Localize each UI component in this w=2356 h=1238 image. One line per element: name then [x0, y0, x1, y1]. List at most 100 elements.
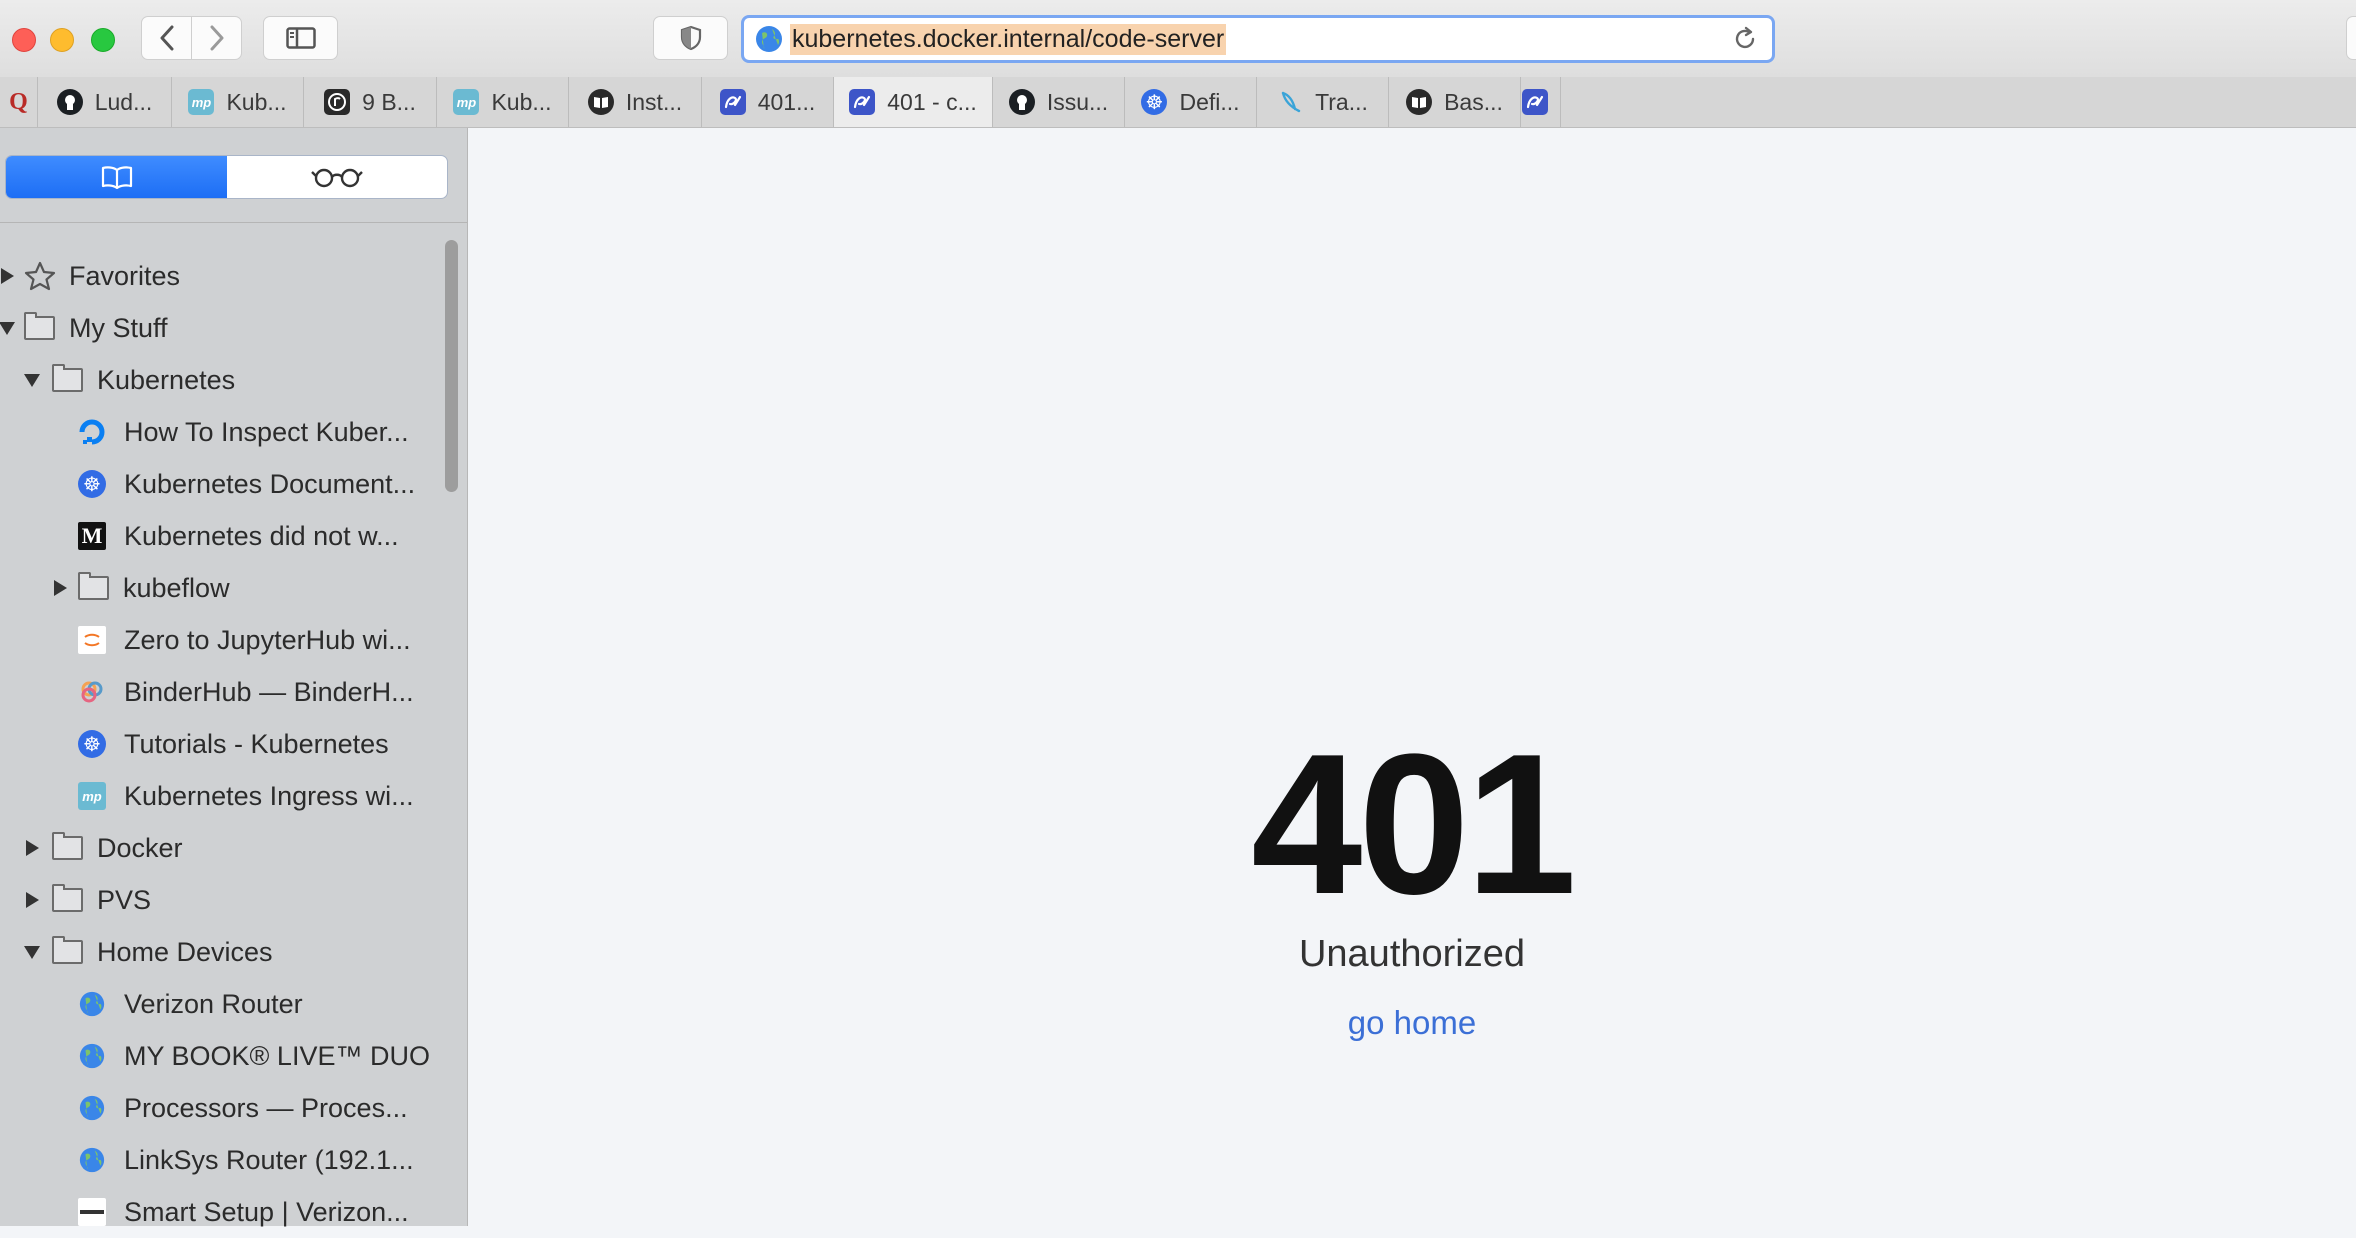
bookmark-item[interactable]: Zero to JupyterHub wi... — [78, 614, 411, 666]
globe-icon — [756, 26, 782, 52]
github-icon — [56, 89, 83, 115]
sidebar-toggle-button[interactable] — [263, 16, 338, 60]
folder-icon — [52, 936, 83, 964]
book-dark-icon — [1406, 89, 1433, 115]
tab-4[interactable]: mp Kub... — [437, 77, 569, 127]
disclosure-expanded-icon[interactable] — [0, 322, 15, 335]
bookmark-label: MY BOOK® LIVE™ DUO — [124, 1040, 430, 1071]
tab-bar: Q Lud... mp Kub... 9 B... mp Kub... Inst... 401.… — [0, 77, 2356, 128]
bookmark-folder[interactable]: PVS — [26, 874, 152, 926]
address-bar[interactable]: kubernetes.docker.internal/code-server — [741, 15, 1775, 63]
bookmark-item[interactable]: Processors — Proces... — [78, 1082, 408, 1134]
digitalocean-icon — [78, 418, 106, 446]
kubernetes-icon: ☸ — [78, 470, 106, 498]
tab-8[interactable]: Issu... — [993, 77, 1125, 127]
tab-6[interactable]: 401... — [702, 77, 834, 127]
sidebar-scrollbar[interactable] — [445, 240, 458, 492]
bookmark-folder[interactable]: Kubernetes — [24, 354, 235, 406]
globe-icon — [78, 1094, 106, 1122]
disclosure-expanded-icon[interactable] — [24, 374, 40, 387]
tab-1[interactable]: Lud... — [38, 77, 172, 127]
glasses-icon — [311, 168, 363, 188]
bookmark-label: Home Devices — [97, 936, 273, 967]
zoom-window-button[interactable] — [91, 28, 115, 52]
tab-label: Kub... — [226, 88, 287, 115]
quora-icon: Q — [9, 88, 28, 115]
error-message: Unauthorized — [1298, 933, 1526, 975]
bookmark-label: Zero to JupyterHub wi... — [124, 624, 411, 655]
bookmark-label: Kubernetes Ingress wi... — [124, 780, 414, 811]
tab-7[interactable]: 401 - c... — [834, 77, 993, 127]
bookmark-item[interactable]: BinderHub — BinderH... — [78, 666, 414, 718]
kubernetes-icon: ☸ — [1141, 89, 1168, 115]
tab-label: Defi... — [1179, 88, 1240, 115]
bookmark-item[interactable]: How To Inspect Kuber... — [78, 406, 409, 458]
binder-icon — [78, 678, 106, 706]
bookmark-item[interactable]: Smart Setup | Verizon... — [78, 1186, 409, 1238]
code-server-icon — [849, 89, 876, 115]
reading-list-tab[interactable] — [227, 156, 447, 198]
bookmark-item[interactable]: mp Kubernetes Ingress wi... — [78, 770, 414, 822]
shield-icon — [680, 25, 701, 51]
medium-icon: M — [78, 522, 106, 550]
bookmark-item[interactable]: MY BOOK® LIVE™ DUO — [78, 1030, 430, 1082]
chevron-left-icon — [160, 25, 173, 51]
tab-11[interactable]: Bas... — [1389, 77, 1521, 127]
sidebar-divider — [0, 222, 467, 223]
bookmark-item[interactable]: M Kubernetes did not w... — [78, 510, 399, 562]
tab-label: Issu... — [1046, 88, 1109, 115]
forward-button[interactable] — [191, 16, 242, 60]
github-icon — [1008, 89, 1035, 115]
back-button[interactable] — [141, 16, 192, 60]
bookmark-folder[interactable]: My Stuff — [0, 302, 168, 354]
bookmarks-tab[interactable] — [6, 156, 227, 198]
bookmark-item[interactable]: LinkSys Router (192.1... — [78, 1134, 414, 1186]
mp-icon: mp — [78, 782, 106, 810]
mp-icon: mp — [453, 89, 480, 115]
disclosure-collapsed-icon[interactable] — [26, 892, 39, 908]
privacy-report-button[interactable] — [653, 16, 728, 60]
bookmark-label: My Stuff — [69, 312, 168, 343]
code-server-icon — [719, 89, 746, 115]
bookmark-folder[interactable]: Favorites — [1, 250, 180, 302]
error-code: 401 — [1251, 713, 1577, 936]
folder-icon — [52, 832, 83, 860]
bookmark-item[interactable]: Verizon Router — [78, 978, 303, 1030]
tab-2[interactable]: mp Kub... — [172, 77, 304, 127]
bookmark-folder[interactable]: Home Devices — [24, 926, 273, 978]
tab-3[interactable]: 9 B... — [304, 77, 437, 127]
bookmark-label: kubeflow — [123, 572, 230, 603]
disclosure-collapsed-icon[interactable] — [54, 580, 67, 596]
bookmark-label: Tutorials - Kubernetes — [124, 728, 389, 759]
bookmark-label: How To Inspect Kuber... — [124, 416, 409, 447]
star-icon — [24, 261, 56, 291]
bookmark-label: Docker — [97, 832, 183, 863]
close-window-button[interactable] — [12, 28, 36, 52]
feather-icon — [1277, 89, 1303, 115]
minimize-window-button[interactable] — [50, 28, 74, 52]
folder-icon — [24, 312, 55, 340]
bookmark-item[interactable]: ☸ Kubernetes Document... — [78, 458, 415, 510]
bookmark-label: Smart Setup | Verizon... — [124, 1196, 409, 1227]
tab-12[interactable] — [1521, 77, 1561, 127]
kubernetes-icon: ☸ — [78, 730, 106, 758]
tab-0[interactable]: Q — [0, 77, 38, 127]
globe-icon — [78, 1042, 106, 1070]
toolbar-overflow-button[interactable] — [2346, 16, 2356, 60]
disclosure-collapsed-icon[interactable] — [26, 840, 39, 856]
bookmark-label: PVS — [97, 884, 152, 915]
tab-10[interactable]: Tra... — [1257, 77, 1389, 127]
disclosure-expanded-icon[interactable] — [24, 946, 40, 959]
url-text[interactable]: kubernetes.docker.internal/code-server — [790, 23, 1227, 55]
tab-5[interactable]: Inst... — [569, 77, 702, 127]
bookmark-item[interactable]: ☸ Tutorials - Kubernetes — [78, 718, 389, 770]
disclosure-collapsed-icon[interactable] — [1, 268, 14, 284]
go-home-link[interactable]: go home — [468, 1004, 2356, 1042]
bookmark-folder[interactable]: kubeflow — [54, 562, 230, 614]
bookmark-label: Kubernetes did not w... — [124, 520, 399, 551]
tab-label: Inst... — [625, 88, 683, 115]
reload-icon[interactable] — [1732, 26, 1758, 52]
bookmark-folder[interactable]: Docker — [26, 822, 183, 874]
globe-icon — [78, 990, 106, 1018]
tab-9[interactable]: ☸ Defi... — [1125, 77, 1257, 127]
